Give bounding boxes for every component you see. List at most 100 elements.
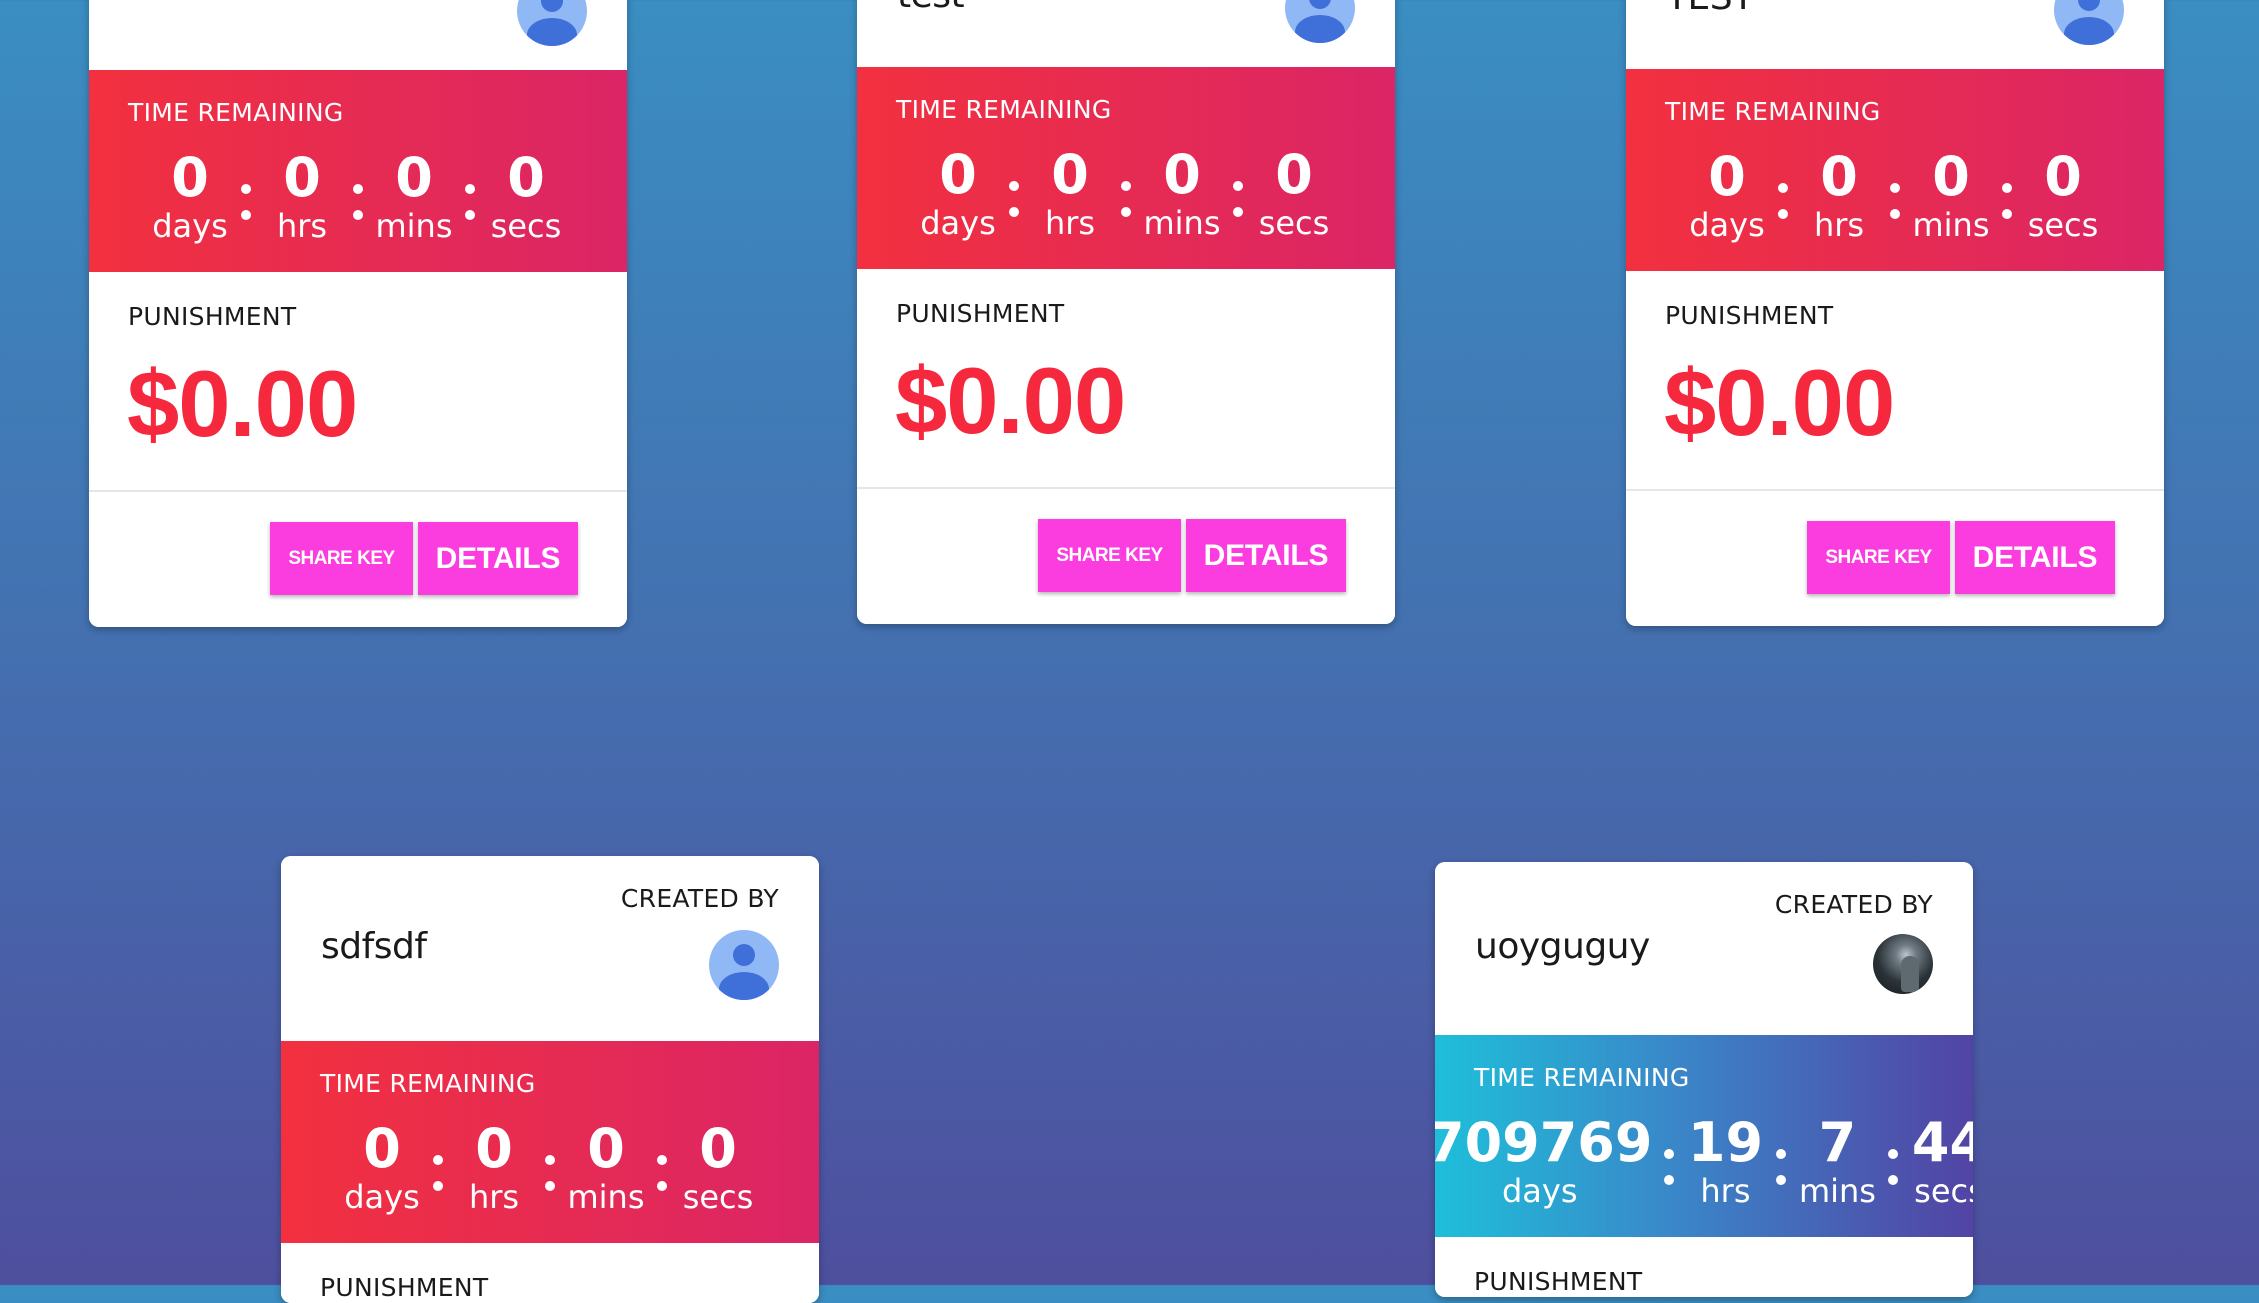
hours-value: 19 [1687, 1111, 1764, 1174]
countdown: 0 days 0 hrs 0 mins 0 secs [857, 143, 1395, 242]
seconds-label: secs [2027, 206, 2099, 244]
countdown-separator [453, 148, 487, 236]
countdown-seconds: 0 secs [679, 1117, 757, 1216]
card-actions: SHARE KEY DETAILS [89, 490, 627, 627]
countdown-seconds: 0 secs [1255, 143, 1333, 242]
minutes-label: mins [567, 1178, 645, 1216]
countdown-minutes: 0 mins [1143, 143, 1221, 242]
countdown-minutes: 0 mins [375, 146, 453, 245]
hours-label: hrs [276, 207, 328, 245]
details-button[interactable]: DETAILS [1186, 519, 1346, 592]
days-value: 0 [1708, 145, 1746, 208]
countdown-separator [645, 1119, 679, 1207]
card-title: TEST [1666, 0, 1754, 18]
hours-value: 0 [1051, 143, 1089, 206]
minutes-value: 0 [1163, 143, 1201, 206]
countdown-days: 0 days [343, 1117, 421, 1216]
countdown-days: 709769 days [1435, 1111, 1653, 1210]
minutes-label: mins [375, 207, 453, 245]
creator-avatar[interactable] [1285, 0, 1355, 43]
punishment-label: PUNISHMENT [896, 299, 1065, 328]
creator-avatar[interactable] [1873, 934, 1933, 994]
hours-label: hrs [1813, 206, 1865, 244]
days-value: 709769 [1435, 1111, 1653, 1174]
days-label: days [344, 1178, 420, 1216]
card-header: test [857, 0, 1395, 67]
hours-value: 0 [283, 146, 321, 209]
minutes-value: 0 [395, 146, 433, 209]
countdown-separator [997, 145, 1031, 233]
countdown-minutes: 7 mins [1798, 1111, 1876, 1210]
card-header: TEST [1626, 0, 2164, 69]
time-remaining-panel: TIME REMAINING 0 days 0 hrs 0 mins 0 sec… [857, 67, 1395, 269]
hours-label: hrs [1044, 204, 1096, 242]
user-silhouette-icon [1309, 0, 1331, 9]
lock-card: CREATED BY uoyguguy TIME REMAINING 70976… [1435, 862, 1973, 1297]
countdown-separator [1990, 147, 2024, 235]
countdown: 0 days 0 hrs 0 mins 0 secs [89, 146, 627, 245]
time-remaining-label: TIME REMAINING [1474, 1063, 1690, 1092]
days-label: days [152, 207, 228, 245]
punishment-amount: $0.00 [895, 348, 1126, 453]
hours-value: 0 [1820, 145, 1858, 208]
share-key-button[interactable]: SHARE KEY [1807, 521, 1950, 594]
minutes-value: 7 [1818, 1111, 1857, 1174]
time-remaining-label: TIME REMAINING [128, 98, 344, 127]
seconds-label: secs [682, 1178, 754, 1216]
punishment-label: PUNISHMENT [128, 302, 297, 331]
punishment-panel: PUNISHMENT $0.00 [89, 272, 627, 490]
punishment-amount: $0.00 [127, 351, 358, 456]
punishment-panel: PUNISHMENT $0.00 [857, 269, 1395, 487]
share-key-button[interactable]: SHARE KEY [1038, 519, 1181, 592]
seconds-value: 0 [1275, 143, 1313, 206]
creator-avatar[interactable] [517, 0, 587, 46]
time-remaining-panel: TIME REMAINING 0 days 0 hrs 0 mins 0 sec… [89, 70, 627, 272]
time-remaining-label: TIME REMAINING [320, 1069, 536, 1098]
lock-card: CREATED BY sdfsdf TIME REMAINING 0 days … [281, 856, 819, 1303]
punishment-label: PUNISHMENT [320, 1273, 489, 1302]
countdown-days: 0 days [919, 143, 997, 242]
user-photo-icon [1901, 956, 1919, 992]
seconds-value: 0 [507, 146, 545, 209]
card-actions: SHARE KEY DETAILS [857, 487, 1395, 624]
countdown: 709769 days 19 hrs 7 mins 44 secs [1435, 1111, 1973, 1210]
countdown: 0 days 0 hrs 0 mins 0 secs [1626, 145, 2164, 244]
days-value: 0 [939, 143, 977, 206]
countdown-separator [1878, 147, 1912, 235]
time-remaining-panel: TIME REMAINING 0 days 0 hrs 0 mins 0 sec… [1626, 69, 2164, 271]
countdown-separator [1876, 1113, 1910, 1201]
countdown-separator [229, 148, 263, 236]
card-title: uoyguguy [1475, 926, 1650, 967]
creator-avatar[interactable] [709, 930, 779, 1000]
countdown-seconds: 0 secs [487, 146, 565, 245]
share-key-button[interactable]: SHARE KEY [270, 522, 413, 595]
days-label: days [920, 204, 996, 242]
countdown-separator [1766, 147, 1800, 235]
time-remaining-label: TIME REMAINING [1665, 97, 1881, 126]
punishment-label: PUNISHMENT [1474, 1267, 1643, 1296]
details-button[interactable]: DETAILS [1955, 521, 2115, 594]
countdown-seconds: 0 secs [2024, 147, 2102, 244]
user-silhouette-icon [541, 0, 563, 12]
seconds-value: 44 [1911, 1111, 1973, 1174]
countdown-days: 0 days [151, 148, 229, 245]
countdown-separator [1109, 145, 1143, 233]
created-by-label: CREATED BY [620, 884, 779, 913]
countdown-minutes: 0 mins [567, 1119, 645, 1216]
creator-avatar[interactable] [2054, 0, 2124, 45]
countdown-days: 0 days [1688, 145, 1766, 244]
punishment-amount: $0.00 [1664, 350, 1895, 455]
punishment-label: PUNISHMENT [1665, 301, 1834, 330]
seconds-value: 0 [699, 1117, 737, 1180]
time-remaining-panel: TIME REMAINING 0 days 0 hrs 0 mins 0 sec… [281, 1041, 819, 1243]
countdown-hours: 0 hrs [1031, 143, 1109, 242]
days-value: 0 [363, 1117, 401, 1180]
hours-value: 0 [475, 1117, 513, 1180]
details-button[interactable]: DETAILS [418, 522, 578, 595]
card-title: test [897, 0, 965, 16]
minutes-label: mins [1798, 1172, 1876, 1210]
punishment-panel: PUNISHMENT [1435, 1237, 1973, 1297]
card-title: sdfsdf [321, 926, 427, 967]
countdown-hours: 0 hrs [1800, 145, 1878, 244]
countdown-separator [1652, 1113, 1686, 1201]
